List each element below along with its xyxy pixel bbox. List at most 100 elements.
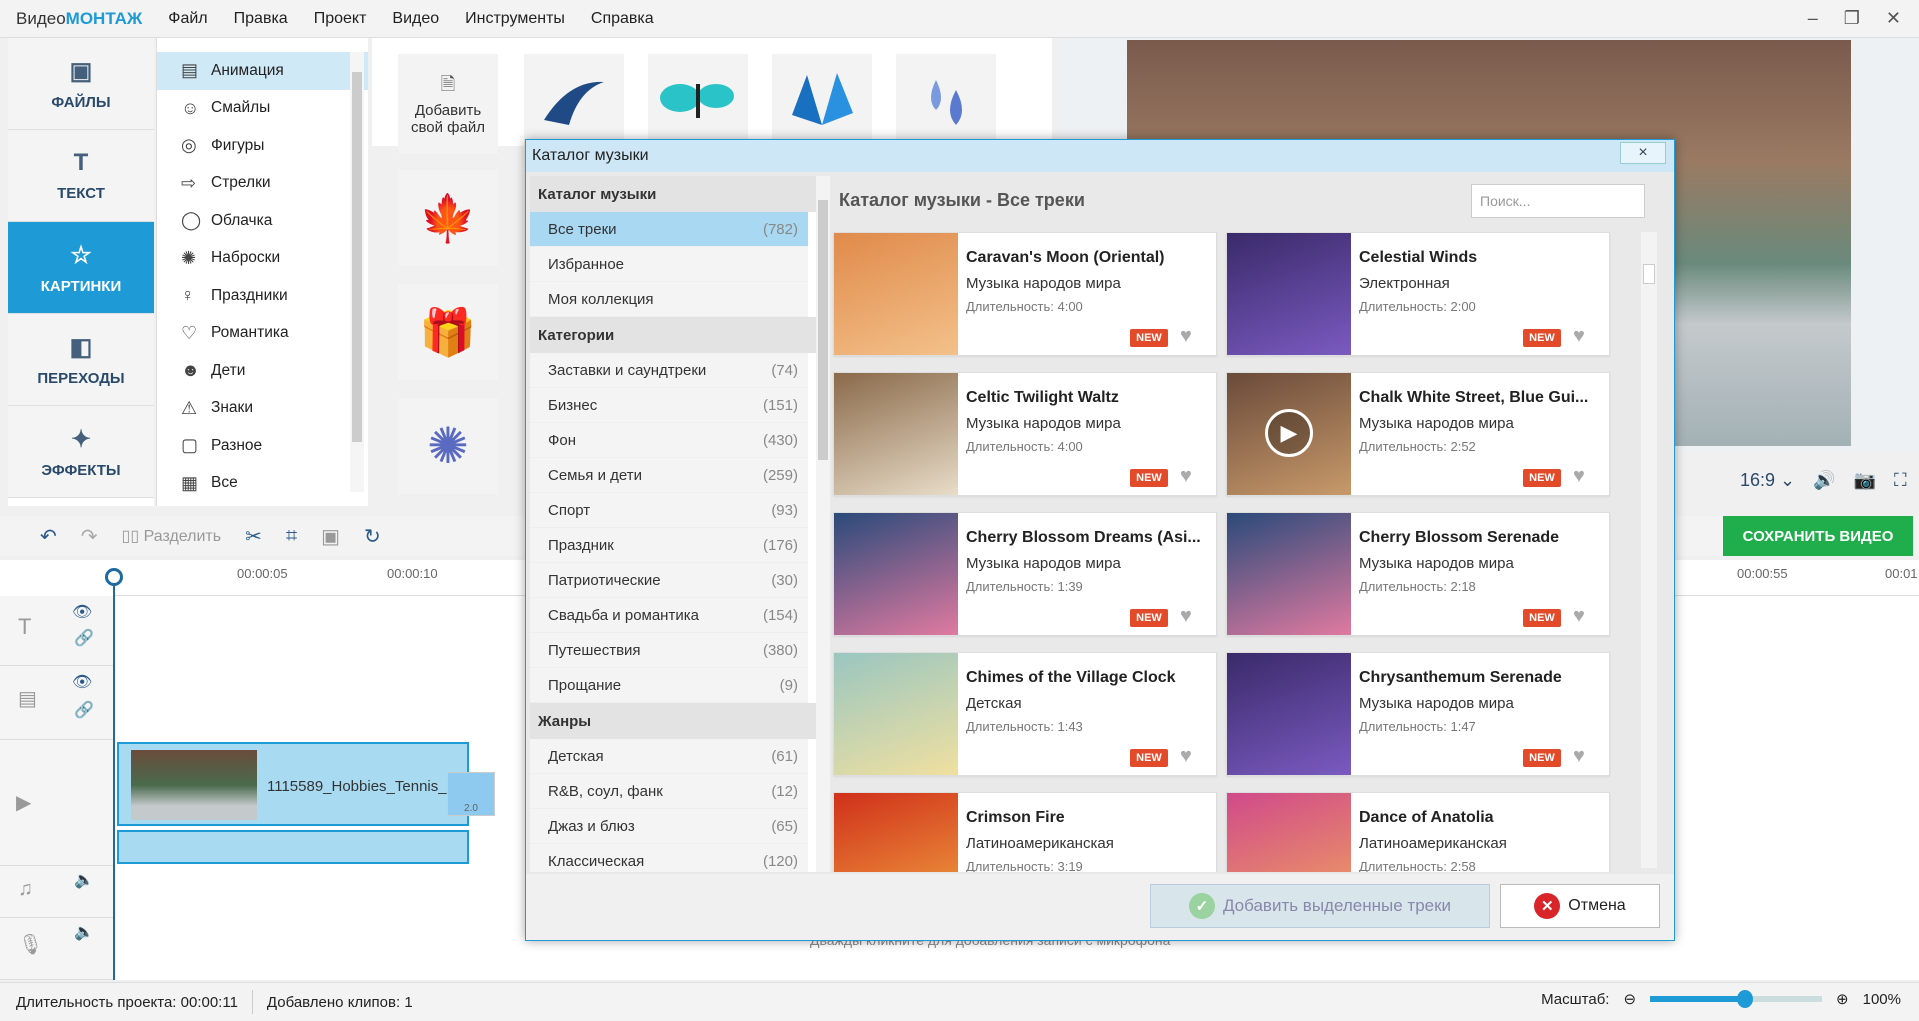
- snapshot-icon[interactable]: 📷: [1854, 470, 1876, 491]
- play-icon[interactable]: ▶: [1265, 409, 1313, 457]
- menu-item[interactable]: Правка: [234, 10, 288, 27]
- sidebar-item[interactable]: Избранное: [530, 247, 808, 282]
- track-card[interactable]: ▶ Chalk White Street, Blue Gui... Музыка н…: [1226, 372, 1610, 496]
- favorite-heart-icon[interactable]: ♥: [1180, 325, 1192, 348]
- favorite-heart-icon[interactable]: ♥: [1573, 605, 1585, 628]
- gallery-item-leaf[interactable]: 🍁: [398, 170, 498, 266]
- favorite-heart-icon[interactable]: ♥: [1573, 325, 1585, 348]
- aspect-ratio-select[interactable]: 16:9 ⌄: [1740, 470, 1795, 491]
- menu-item[interactable]: Проект: [314, 10, 367, 27]
- track-card[interactable]: Cherry Blossom Serenade Музыка народов ми…: [1226, 512, 1610, 636]
- sidebar-item[interactable]: Семья и дети (259): [530, 458, 808, 493]
- sidebar-item[interactable]: Джаз и блюз (65): [530, 809, 808, 844]
- nav-item-1[interactable]: T ТЕКСТ: [8, 130, 154, 222]
- track-card[interactable]: Dance of Anatolia Латиноамериканская Длите…: [1226, 792, 1610, 872]
- add-selected-tracks-button[interactable]: ✓ Добавить выделенные треки: [1150, 884, 1490, 928]
- rotate-icon[interactable]: ↻: [364, 524, 381, 549]
- frame-icon[interactable]: ▣: [321, 524, 340, 549]
- tracks-scrollbar[interactable]: [1641, 232, 1657, 868]
- zoom-in-icon[interactable]: ⊕: [1836, 990, 1849, 1008]
- menu-item[interactable]: Инструменты: [465, 10, 565, 27]
- dialog-close-button[interactable]: ×: [1620, 142, 1666, 164]
- track-card[interactable]: Caravan's Moon (Oriental) Музыка народов …: [833, 232, 1217, 356]
- favorite-heart-icon[interactable]: ♥: [1180, 465, 1192, 488]
- sidebar-item[interactable]: R&B, соул, фанк (12): [530, 774, 808, 809]
- zoom-out-icon[interactable]: ⊖: [1623, 990, 1636, 1008]
- undo-icon[interactable]: ↶: [40, 524, 57, 549]
- track-card[interactable]: Celestial Winds Электронная Длительность: …: [1226, 232, 1610, 356]
- redo-icon[interactable]: ↷: [81, 524, 98, 549]
- visibility-icon[interactable]: 👁: [72, 672, 92, 692]
- add-own-file-button[interactable]: 🗎 Добавить свой файл: [398, 54, 498, 154]
- save-video-button[interactable]: СОХРАНИТЬ ВИДЕО: [1723, 516, 1913, 556]
- picture-category-item[interactable]: ▢ Разное: [157, 427, 368, 465]
- sidebar-item[interactable]: Бизнес (151): [530, 388, 808, 423]
- sidebar-item[interactable]: Праздник (176): [530, 528, 808, 563]
- sidebar-item[interactable]: Фон (430): [530, 423, 808, 458]
- video-clip[interactable]: 1115589_Hobbies_Tennis_ 2.0: [117, 742, 495, 826]
- favorite-heart-icon[interactable]: ♥: [1180, 605, 1192, 628]
- menu-item[interactable]: Файл: [168, 10, 207, 27]
- fullscreen-icon[interactable]: ⛶: [1894, 470, 1907, 491]
- track-card[interactable]: Chimes of the Village Clock Детская Длител…: [833, 652, 1217, 776]
- cancel-button[interactable]: ✕ Отмена: [1500, 884, 1660, 928]
- sidebar-item[interactable]: Спорт (93): [530, 493, 808, 528]
- picture-category-item[interactable]: ◯ Облачка: [157, 202, 368, 240]
- picture-category-item[interactable]: ☻ Дети: [157, 352, 368, 390]
- sidebar-item[interactable]: Свадьба и романтика (154): [530, 598, 808, 633]
- close-icon[interactable]: ✕: [1886, 8, 1901, 29]
- sidebar-item[interactable]: Классическая (120): [530, 844, 808, 872]
- zoom-slider[interactable]: [1650, 990, 1823, 1008]
- sidebar-item[interactable]: Патриотические (30): [530, 563, 808, 598]
- sidebar-scrollbar[interactable]: [816, 176, 830, 872]
- favorite-heart-icon[interactable]: ♥: [1180, 745, 1192, 768]
- picture-category-item[interactable]: ◎ Фигуры: [157, 127, 368, 165]
- track-card[interactable]: Chrysanthemum Serenade Музыка народов мир…: [1226, 652, 1610, 776]
- maximize-icon[interactable]: ❐: [1844, 8, 1860, 29]
- favorite-heart-icon[interactable]: ♥: [1573, 465, 1585, 488]
- gallery-item-drops[interactable]: [896, 54, 996, 146]
- playhead-knob[interactable]: [105, 568, 123, 586]
- picture-category-item[interactable]: ♡ Романтика: [157, 315, 368, 353]
- gallery-item-swallow[interactable]: [524, 54, 624, 146]
- volume-icon[interactable]: 🔈: [74, 870, 94, 890]
- picture-category-item[interactable]: ▤ Анимация: [157, 52, 368, 90]
- split-button[interactable]: ▯▯ Разделить: [122, 526, 222, 546]
- nav-item-0[interactable]: ▣ ФАЙЛЫ: [8, 38, 154, 130]
- sidebar-item[interactable]: Все треки (782): [530, 212, 808, 247]
- favorite-heart-icon[interactable]: ♥: [1573, 745, 1585, 768]
- picture-category-item[interactable]: ▦ Все: [157, 465, 368, 503]
- track-card[interactable]: Crimson Fire Латиноамериканская Длительнос…: [833, 792, 1217, 872]
- visibility-icon[interactable]: 👁: [72, 602, 92, 622]
- link-icon[interactable]: 🔗: [74, 628, 94, 648]
- picture-category-item[interactable]: ⇨ Стрелки: [157, 165, 368, 203]
- nav-item-2[interactable]: ☆ КАРТИНКИ: [8, 222, 154, 314]
- cut-icon[interactable]: ✂: [245, 524, 262, 549]
- minimize-icon[interactable]: –: [1808, 8, 1818, 29]
- track-card[interactable]: Cherry Blossom Dreams (Asi... Музыка наро…: [833, 512, 1217, 636]
- menu-item[interactable]: Справка: [591, 10, 654, 27]
- gallery-item-butterfly[interactable]: [648, 54, 748, 146]
- sidebar-item[interactable]: Прощание (9): [530, 668, 808, 703]
- audio-clip[interactable]: [117, 830, 469, 864]
- picture-category-item[interactable]: ⚠ Знаки: [157, 390, 368, 428]
- nav-item-3[interactable]: ◧ ПЕРЕХОДЫ: [8, 314, 154, 406]
- nav-item-4[interactable]: ✦ ЭФФЕКТЫ: [8, 406, 154, 498]
- gallery-item-butterfly-blue[interactable]: [772, 54, 872, 146]
- picture-category-item[interactable]: ♀ Праздники: [157, 277, 368, 315]
- picture-category-item[interactable]: ✺ Наброски: [157, 240, 368, 278]
- transition-thumb[interactable]: 2.0: [447, 772, 495, 816]
- sidebar-item[interactable]: Заставки и саундтреки (74): [530, 353, 808, 388]
- sidebar-item[interactable]: Путешествия (380): [530, 633, 808, 668]
- track-card[interactable]: Celtic Twilight Waltz Музыка народов мира…: [833, 372, 1217, 496]
- crop-icon[interactable]: ⌗: [286, 525, 297, 548]
- volume-icon[interactable]: 🔊: [1813, 470, 1835, 491]
- playhead[interactable]: [113, 570, 115, 980]
- gallery-item-gift[interactable]: 🎁: [398, 284, 498, 380]
- gallery-item-firework[interactable]: ✺: [398, 398, 498, 494]
- link-icon[interactable]: 🔗: [74, 700, 94, 720]
- picture-category-item[interactable]: ☺ Смайлы: [157, 90, 368, 128]
- sidebar-item[interactable]: Детская (61): [530, 739, 808, 774]
- category-scrollbar[interactable]: [350, 52, 364, 492]
- volume-icon[interactable]: 🔈: [74, 922, 94, 942]
